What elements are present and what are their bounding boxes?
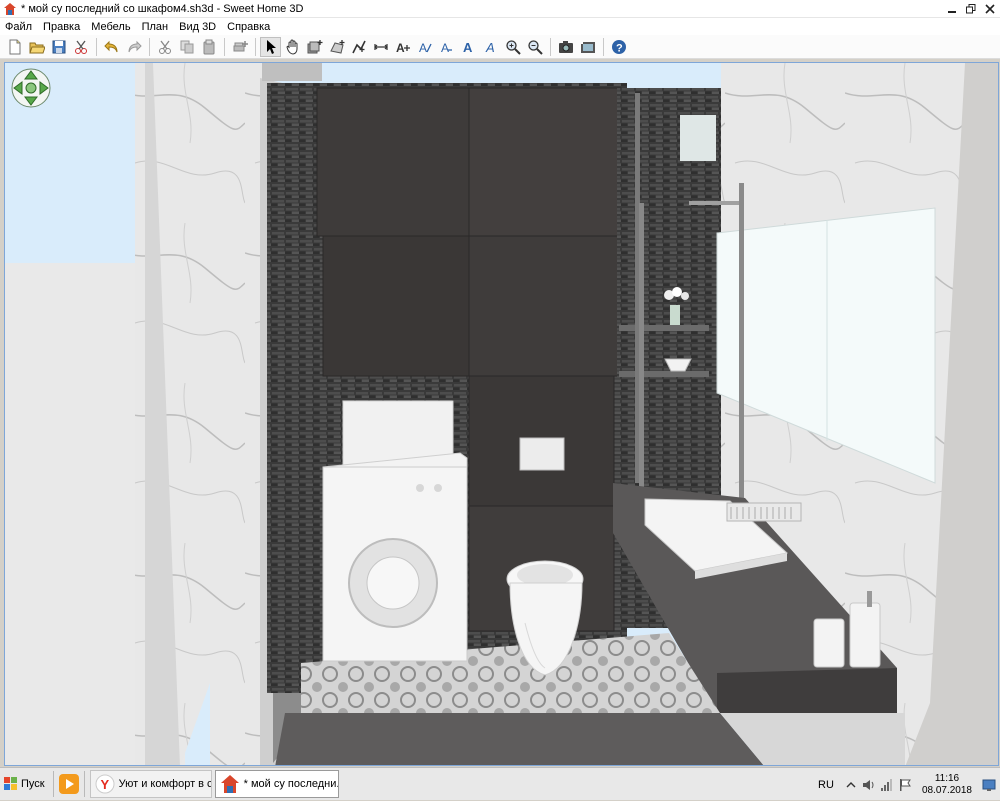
pan-hand-icon[interactable] — [282, 37, 303, 57]
navigation-arrows-icon[interactable] — [11, 68, 51, 108]
sweet-home-3d-icon — [220, 773, 240, 795]
cut-icon[interactable] — [154, 37, 175, 57]
create-photo-icon[interactable] — [555, 37, 576, 57]
title-bar: * мой су последний со шкафом4.sh3d - Swe… — [0, 0, 1000, 18]
menu-furniture[interactable]: Мебель — [86, 21, 136, 33]
save-icon[interactable] — [48, 37, 69, 57]
create-video-icon[interactable] — [577, 37, 598, 57]
modify-text-style-icon[interactable]: A — [414, 37, 435, 57]
svg-text:A: A — [463, 40, 473, 55]
svg-text:A: A — [441, 41, 449, 55]
increase-text-size-icon[interactable]: A — [480, 37, 501, 57]
network-icon[interactable] — [880, 778, 894, 792]
toolbar-separator — [603, 37, 604, 56]
maximize-icon[interactable] — [962, 1, 979, 16]
flag-icon[interactable] — [898, 778, 912, 792]
speaker-icon[interactable] — [862, 778, 876, 792]
menu-file[interactable]: Файл — [0, 21, 38, 33]
taskbar-item-sweet-home-3d[interactable]: * мой су последни... — [214, 770, 339, 798]
menu-help[interactable]: Справка — [222, 21, 276, 33]
yandex-browser-icon: Y — [95, 773, 115, 795]
toolbar-separator — [550, 37, 551, 56]
close-icon[interactable] — [981, 1, 998, 16]
paste-icon[interactable] — [198, 37, 219, 57]
start-button[interactable]: Пуск — [1, 771, 51, 797]
svg-text:A: A — [419, 41, 427, 55]
menu-edit[interactable]: Правка — [38, 21, 86, 33]
select-arrow-icon[interactable] — [260, 36, 281, 57]
menu-bar: Файл Правка Мебель План Вид 3D Справка — [0, 18, 1000, 35]
clock-date: 08.07.2018 — [921, 784, 972, 796]
chevron-up-icon[interactable] — [844, 778, 858, 792]
clock-time: 11:16 — [934, 772, 960, 784]
open-icon[interactable] — [26, 37, 47, 57]
language-indicator[interactable]: RU — [818, 779, 834, 791]
zoom-out-icon[interactable] — [524, 37, 545, 57]
create-polylines-icon[interactable] — [348, 37, 369, 57]
zoom-in-icon[interactable] — [502, 37, 523, 57]
bathroom-3d-render[interactable] — [5, 63, 999, 766]
clock[interactable]: 11:16 08.07.2018 — [922, 773, 972, 797]
text-italic-icon[interactable]: A — [458, 37, 479, 57]
minimize-icon[interactable] — [943, 1, 960, 16]
toolbar-separator — [96, 37, 97, 56]
create-dimensions-icon[interactable] — [370, 37, 391, 57]
toolbar-separator — [149, 37, 150, 56]
cut-all-icon[interactable] — [70, 37, 91, 57]
media-player-icon[interactable] — [56, 771, 82, 797]
3d-view[interactable] — [4, 62, 999, 766]
taskbar-separator — [83, 771, 85, 797]
show-desktop-icon[interactable] — [982, 778, 996, 792]
text-bold-icon[interactable]: A — [436, 37, 457, 57]
window-title: * мой су последний со шкафом4.sh3d - Swe… — [21, 2, 304, 15]
svg-text:Y: Y — [100, 777, 109, 792]
copy-icon[interactable] — [176, 37, 197, 57]
taskbar-item-browser[interactable]: Y Уют и комфорт в с... — [89, 770, 212, 798]
svg-text:?: ? — [616, 42, 623, 54]
help-icon[interactable]: ? — [608, 37, 629, 57]
menu-3d-view[interactable]: Вид 3D — [174, 21, 222, 33]
system-tray: RU 11:16 08.07.2018 — [818, 768, 1000, 801]
toolbar-separator — [224, 37, 225, 56]
start-label: Пуск — [21, 778, 45, 790]
create-rooms-icon[interactable] — [326, 37, 347, 57]
sweet-home-3d-icon — [4, 2, 16, 15]
redo-icon[interactable] — [123, 37, 144, 57]
svg-text:A: A — [485, 40, 495, 55]
new-home-icon[interactable] — [4, 37, 25, 57]
taskbar-item-label: Уют и комфорт в с... — [118, 778, 212, 790]
add-furniture-icon[interactable] — [229, 37, 250, 57]
windows-logo-icon — [4, 777, 17, 790]
toolbar: A A A A A ? — [0, 35, 1000, 59]
create-walls-icon[interactable] — [304, 37, 325, 57]
undo-icon[interactable] — [101, 37, 122, 57]
menu-plan[interactable]: План — [137, 21, 175, 33]
taskbar-item-label: * мой су последни... — [243, 778, 339, 790]
taskbar: Пуск Y Уют и комфорт в с... * мой су пос… — [0, 767, 1000, 800]
toolbar-separator — [255, 37, 256, 56]
add-text-icon[interactable]: A — [392, 37, 413, 57]
svg-text:A: A — [396, 41, 405, 55]
taskbar-separator — [52, 771, 54, 797]
